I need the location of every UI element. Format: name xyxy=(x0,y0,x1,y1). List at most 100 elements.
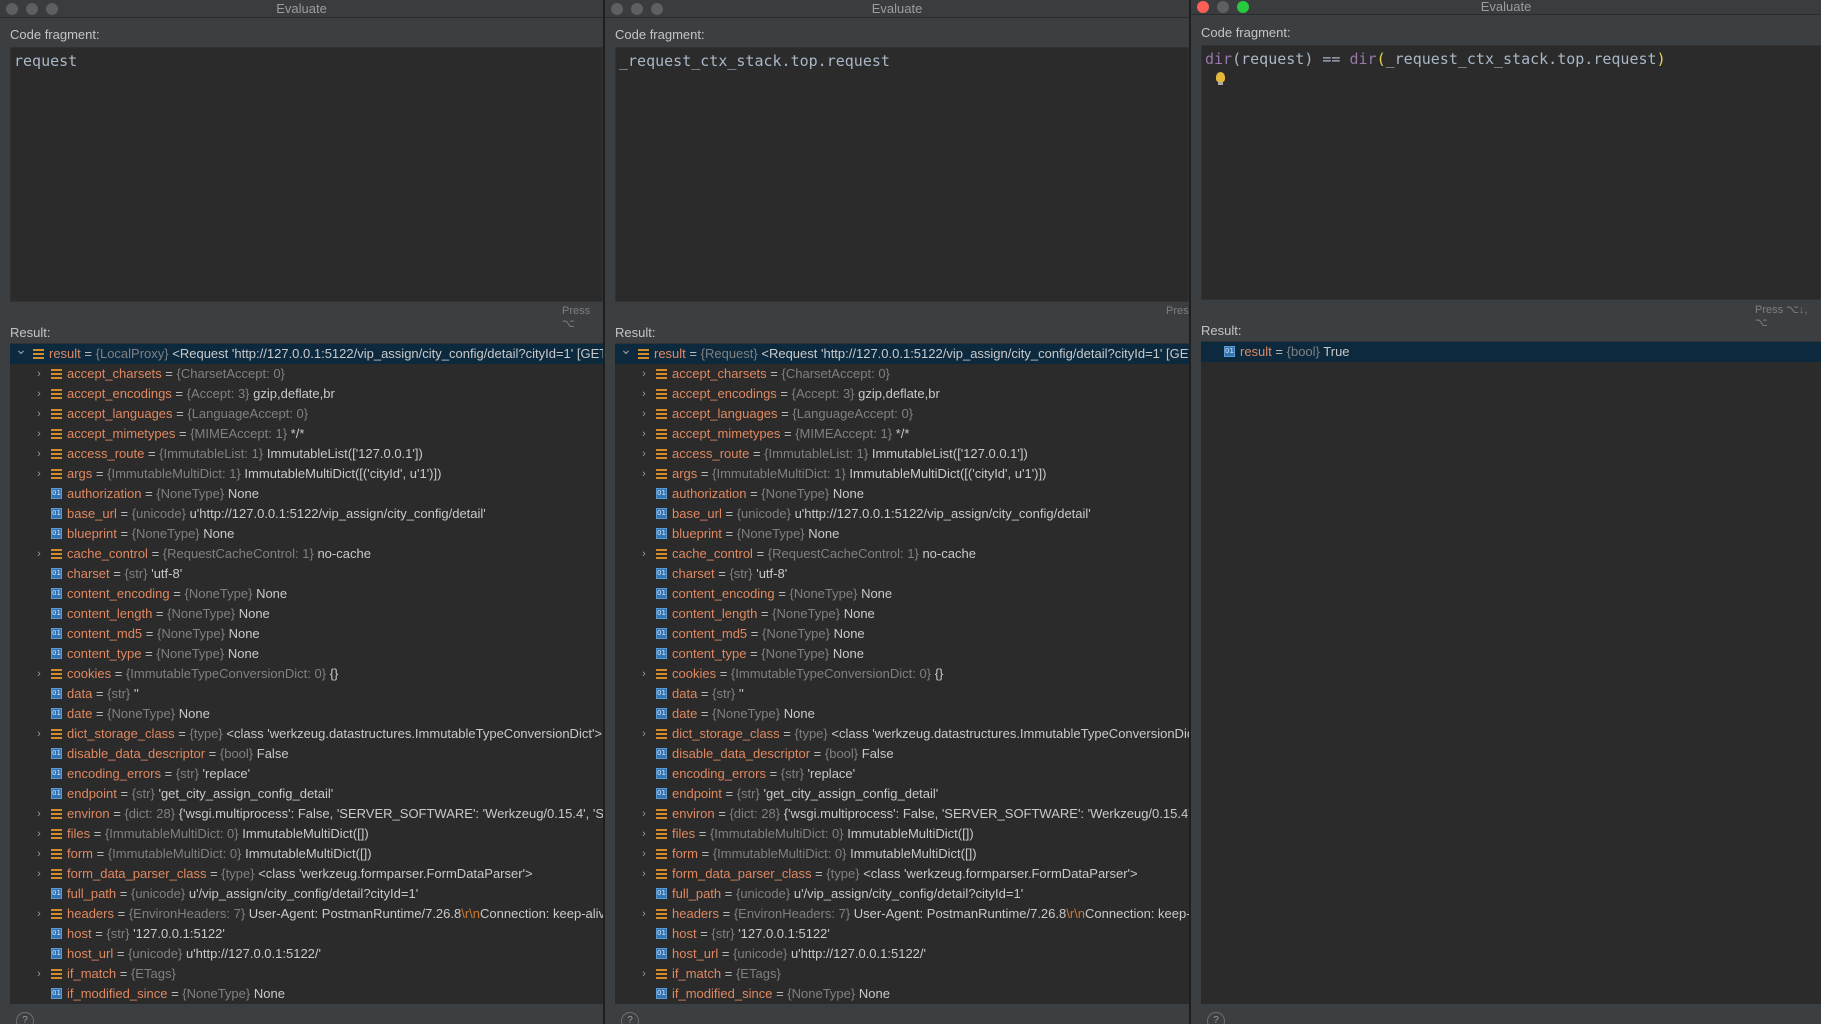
chevron-right-icon[interactable]: › xyxy=(637,824,651,844)
tree-row[interactable]: 01 content_md5 = {NoneType} None xyxy=(10,624,603,644)
close-window-button[interactable] xyxy=(1197,1,1209,13)
tree-row[interactable]: 01 encoding_errors = {str} 'replace' xyxy=(615,764,1189,784)
tree-row[interactable]: 01 result = {bool} True xyxy=(1201,342,1821,362)
tree-row[interactable]: 01 endpoint = {str} 'get_city_assign_conf… xyxy=(615,784,1189,804)
chevron-right-icon[interactable]: › xyxy=(637,804,651,824)
tree-row[interactable]: › accept_languages = {LanguageAccept: 0} xyxy=(10,404,603,424)
tree-row[interactable]: › args = {ImmutableMultiDict: 1} Immutabl… xyxy=(10,464,603,484)
tree-row[interactable]: › accept_charsets = {CharsetAccept: 0} xyxy=(10,364,603,384)
tree-row[interactable]: › form = {ImmutableMultiDict: 0} Immutabl… xyxy=(10,844,603,864)
tree-row[interactable]: › cookies = {ImmutableTypeConversionDict:… xyxy=(615,664,1189,684)
tree-row[interactable]: 01 host_url = {unicode} u'http://127.0.0.… xyxy=(615,944,1189,964)
tree-row[interactable]: 01 charset = {str} 'utf-8' xyxy=(615,564,1189,584)
tree-row[interactable]: › files = {ImmutableMultiDict: 0} Immutab… xyxy=(615,824,1189,844)
tree-row[interactable]: 01 full_path = {unicode} u'/vip_assign/ci… xyxy=(10,884,603,904)
tree-row[interactable]: › accept_languages = {LanguageAccept: 0} xyxy=(615,404,1189,424)
lightbulb-icon[interactable] xyxy=(1216,72,1225,85)
tree-row[interactable]: › accept_mimetypes = {MIMEAccept: 1} */* xyxy=(615,424,1189,444)
tree-row[interactable]: › form = {ImmutableMultiDict: 0} Immutabl… xyxy=(615,844,1189,864)
chevron-right-icon[interactable]: › xyxy=(637,724,651,744)
tree-row[interactable]: › environ = {dict: 28} {'wsgi.multiproces… xyxy=(615,804,1189,824)
tree-row[interactable]: 01 if_modified_since = {NoneType} None xyxy=(615,984,1189,1004)
tree-row[interactable]: › form_data_parser_class = {type} <class … xyxy=(10,864,603,884)
tree-row[interactable]: 01 if_modified_since = {NoneType} None xyxy=(10,984,603,1004)
tree-row[interactable]: 01 blueprint = {NoneType} None xyxy=(615,524,1189,544)
chevron-right-icon[interactable]: › xyxy=(32,844,46,864)
chevron-right-icon[interactable]: › xyxy=(32,724,46,744)
tree-row[interactable]: 01 full_path = {unicode} u'/vip_assign/ci… xyxy=(615,884,1189,904)
chevron-right-icon[interactable]: › xyxy=(637,364,651,384)
help-icon[interactable]: ? xyxy=(621,1012,639,1024)
tree-row[interactable]: 01 base_url = {unicode} u'http://127.0.0.… xyxy=(10,504,603,524)
tree-row[interactable]: 01 date = {NoneType} None xyxy=(615,704,1189,724)
chevron-right-icon[interactable]: › xyxy=(637,424,651,444)
chevron-right-icon[interactable]: › xyxy=(32,864,46,884)
tree-row[interactable]: 01 content_type = {NoneType} None xyxy=(10,644,603,664)
chevron-right-icon[interactable]: › xyxy=(32,664,46,684)
tree-row[interactable]: 01 endpoint = {str} 'get_city_assign_conf… xyxy=(10,784,603,804)
tree-row[interactable]: 01 disable_data_descriptor = {bool} False xyxy=(615,744,1189,764)
tree-row[interactable]: 01 encoding_errors = {str} 'replace' xyxy=(10,764,603,784)
tree-row[interactable]: › cookies = {ImmutableTypeConversionDict:… xyxy=(10,664,603,684)
tree-row[interactable]: › access_route = {ImmutableList: 1} Immut… xyxy=(10,444,603,464)
tree-row[interactable]: › cache_control = {RequestCacheControl: 1… xyxy=(10,544,603,564)
tree-row[interactable]: 01 content_type = {NoneType} None xyxy=(615,644,1189,664)
zoom-window-button[interactable] xyxy=(1237,1,1249,13)
chevron-right-icon[interactable]: › xyxy=(32,384,46,404)
tree-row[interactable]: › dict_storage_class = {type} <class 'wer… xyxy=(10,724,603,744)
chevron-down-icon[interactable]: ⌄ xyxy=(14,344,28,359)
tree-row[interactable]: 01 content_encoding = {NoneType} None xyxy=(615,584,1189,604)
tree-row[interactable]: 01 authorization = {NoneType} None xyxy=(10,484,603,504)
tree-row[interactable]: 01 data = {str} '' xyxy=(615,684,1189,704)
chevron-right-icon[interactable]: › xyxy=(637,444,651,464)
tree-row[interactable]: 01 charset = {str} 'utf-8' xyxy=(10,564,603,584)
chevron-right-icon[interactable]: › xyxy=(637,964,651,984)
tree-row[interactable]: 01 content_encoding = {NoneType} None xyxy=(10,584,603,604)
window-titlebar[interactable]: Evaluate xyxy=(0,0,603,18)
tree-row[interactable]: 01 content_length = {NoneType} None xyxy=(10,604,603,624)
zoom-window-button[interactable] xyxy=(651,3,663,15)
tree-row[interactable]: › access_route = {ImmutableList: 1} Immut… xyxy=(615,444,1189,464)
tree-row[interactable]: 01 disable_data_descriptor = {bool} False xyxy=(10,744,603,764)
tree-row[interactable]: › accept_encodings = {Accept: 3} gzip,def… xyxy=(615,384,1189,404)
zoom-window-button[interactable] xyxy=(46,3,58,15)
chevron-right-icon[interactable]: › xyxy=(32,364,46,384)
tree-row[interactable]: 01 data = {str} '' xyxy=(10,684,603,704)
tree-row[interactable]: › args = {ImmutableMultiDict: 1} Immutabl… xyxy=(615,464,1189,484)
tree-row[interactable]: › environ = {dict: 28} {'wsgi.multiproces… xyxy=(10,804,603,824)
window-titlebar[interactable]: Evaluate xyxy=(1191,0,1821,15)
tree-row[interactable]: 01 content_length = {NoneType} None xyxy=(615,604,1189,624)
tree-row[interactable]: › cache_control = {RequestCacheControl: 1… xyxy=(615,544,1189,564)
tree-row[interactable]: › files = {ImmutableMultiDict: 0} Immutab… xyxy=(10,824,603,844)
tree-row[interactable]: 01 host = {str} '127.0.0.1:5122' xyxy=(615,924,1189,944)
close-window-button[interactable] xyxy=(611,3,623,15)
tree-row[interactable]: ⌄ result = {LocalProxy} <Request 'http://… xyxy=(10,344,603,364)
chevron-right-icon[interactable]: › xyxy=(32,804,46,824)
chevron-right-icon[interactable]: › xyxy=(637,664,651,684)
chevron-right-icon[interactable]: › xyxy=(637,904,651,924)
minimize-window-button[interactable] xyxy=(26,3,38,15)
chevron-right-icon[interactable]: › xyxy=(32,464,46,484)
window-titlebar[interactable]: Evaluate xyxy=(605,0,1189,18)
chevron-right-icon[interactable]: › xyxy=(32,404,46,424)
chevron-right-icon[interactable]: › xyxy=(32,824,46,844)
chevron-right-icon[interactable]: › xyxy=(32,544,46,564)
chevron-right-icon[interactable]: › xyxy=(637,384,651,404)
tree-row[interactable]: › accept_mimetypes = {MIMEAccept: 1} */* xyxy=(10,424,603,444)
tree-row[interactable]: › accept_encodings = {Accept: 3} gzip,def… xyxy=(10,384,603,404)
tree-row[interactable]: ⌄ result = {Request} <Request 'http://127… xyxy=(615,344,1189,364)
help-icon[interactable]: ? xyxy=(1207,1012,1225,1024)
tree-row[interactable]: › headers = {EnvironHeaders: 7} User-Agen… xyxy=(615,904,1189,924)
result-tree[interactable]: ⌄ result = {Request} <Request 'http://127… xyxy=(615,343,1189,1004)
tree-row[interactable]: › headers = {EnvironHeaders: 7} User-Agen… xyxy=(10,904,603,924)
code-fragment-editor[interactable]: request xyxy=(10,47,603,302)
tree-row[interactable]: › if_match = {ETags} xyxy=(615,964,1189,984)
chevron-right-icon[interactable]: › xyxy=(32,904,46,924)
tree-row[interactable]: 01 date = {NoneType} None xyxy=(10,704,603,724)
tree-row[interactable]: 01 host = {str} '127.0.0.1:5122' xyxy=(10,924,603,944)
chevron-right-icon[interactable]: › xyxy=(637,864,651,884)
chevron-right-icon[interactable]: › xyxy=(32,444,46,464)
minimize-window-button[interactable] xyxy=(1217,1,1229,13)
tree-row[interactable]: › form_data_parser_class = {type} <class … xyxy=(615,864,1189,884)
chevron-down-icon[interactable]: ⌄ xyxy=(619,344,633,359)
